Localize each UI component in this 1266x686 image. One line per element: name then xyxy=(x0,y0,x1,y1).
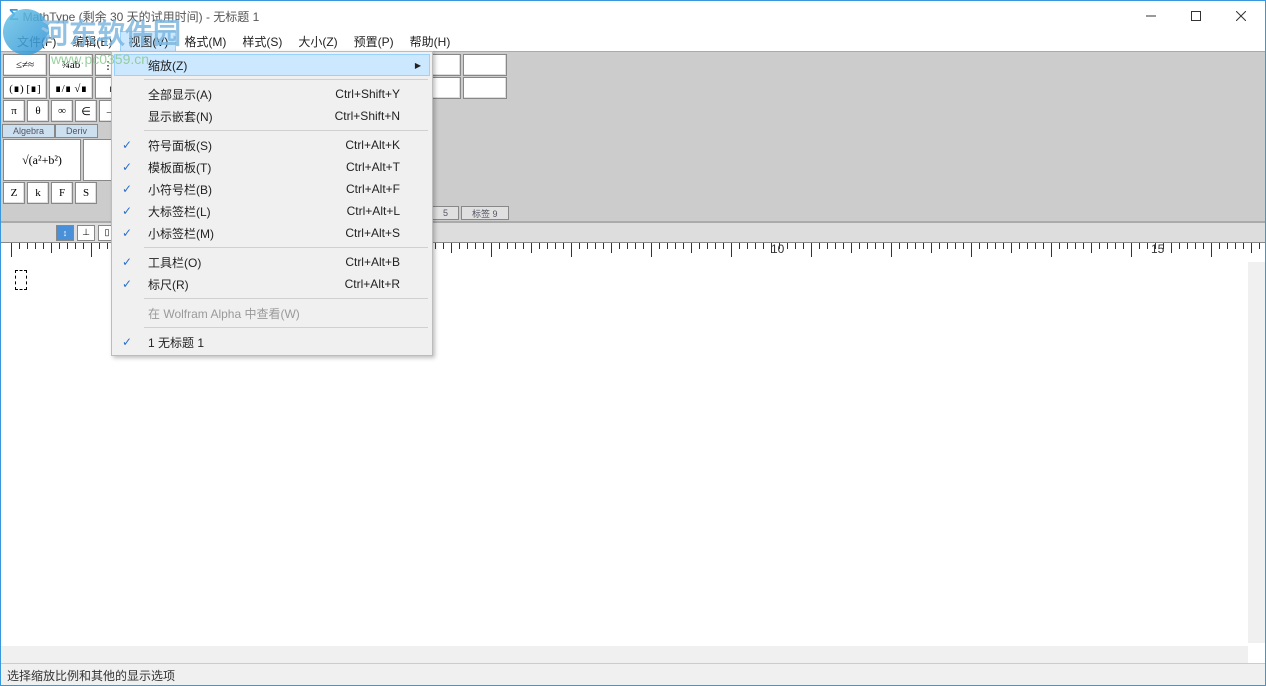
menu-2[interactable]: 视图(V) xyxy=(120,31,176,52)
tr2-btn-0[interactable]: (∎) [∎] xyxy=(3,77,47,99)
tr3-btn-3[interactable]: ∈ xyxy=(75,100,97,122)
horizontal-scrollbar[interactable] xyxy=(1,646,1248,663)
tr1-btn-0[interactable]: ≤≠≈ xyxy=(3,54,47,76)
minimize-button[interactable] xyxy=(1128,2,1173,30)
menu-5[interactable]: 大小(Z) xyxy=(290,31,345,52)
app-icon: Σ xyxy=(9,7,19,25)
menuitem-5-0[interactable]: ✓1 无标题 1 xyxy=(114,331,430,353)
small-tab-1[interactable]: 标签 9 xyxy=(461,206,509,220)
menuitem-2-3[interactable]: ✓大标签栏(L)Ctrl+Alt+L xyxy=(114,200,430,222)
maximize-button[interactable] xyxy=(1173,2,1218,30)
window-title: MathType (剩余 30 天的试用时间) - 无标题 1 xyxy=(23,8,260,25)
status-bar: 选择缩放比例和其他的显示选项 xyxy=(1,663,1265,685)
tr4-btn-1[interactable]: k xyxy=(27,182,49,204)
close-button[interactable] xyxy=(1218,2,1263,30)
menuitem-2-1[interactable]: ✓模板面板(T)Ctrl+Alt+T xyxy=(114,156,430,178)
view-menu-dropdown: 缩放(Z)▶ 全部显示(A)Ctrl+Shift+Y显示嵌套(N)Ctrl+Shi… xyxy=(111,51,433,356)
menu-6[interactable]: 预置(P) xyxy=(346,31,402,52)
menuitem-1-1[interactable]: 显示嵌套(N)Ctrl+Shift+N xyxy=(114,105,430,127)
tr2-blank-1[interactable] xyxy=(463,77,507,99)
menu-3[interactable]: 格式(M) xyxy=(176,31,234,52)
menu-4[interactable]: 样式(S) xyxy=(234,31,290,52)
menuitem-2-4[interactable]: ✓小标签栏(M)Ctrl+Alt+S xyxy=(114,222,430,244)
ruler-label-15: 15 xyxy=(1151,242,1164,256)
tr4-btn-0[interactable]: Z xyxy=(3,182,25,204)
insertion-cursor xyxy=(15,270,27,290)
tr1-blank-1[interactable] xyxy=(463,54,507,76)
menuitem-2-2[interactable]: ✓小符号栏(B)Ctrl+Alt+F xyxy=(114,178,430,200)
tr1-btn-1[interactable]: ¾ab xyxy=(49,54,93,76)
vertical-scrollbar[interactable] xyxy=(1248,262,1265,643)
tr3-btn-0[interactable]: π xyxy=(3,100,25,122)
menuitem-2-0[interactable]: ✓符号面板(S)Ctrl+Alt+K xyxy=(114,134,430,156)
ruler-label-10: 10 xyxy=(771,242,784,256)
tr4-btn-3[interactable]: S xyxy=(75,182,97,204)
menuitem-0-0[interactable]: 缩放(Z)▶ xyxy=(114,54,430,76)
smallbar-btn-0[interactable]: ↕ xyxy=(56,225,74,241)
tr4-btn-2[interactable]: F xyxy=(51,182,73,204)
menu-7[interactable]: 帮助(H) xyxy=(402,31,459,52)
menu-0[interactable]: 文件(F) xyxy=(9,31,64,52)
smallbar-btn-1[interactable]: ⊥ xyxy=(77,225,95,241)
bigrow-btn-0[interactable]: √(a²+b²) xyxy=(3,139,81,181)
big-tab-1[interactable]: Deriv xyxy=(55,124,98,138)
menubar: 文件(F)编辑(E)视图(V)格式(M)样式(S)大小(Z)预置(P)帮助(H) xyxy=(1,31,1265,51)
small-tab-0[interactable]: 5 xyxy=(432,206,459,220)
menuitem-1-0[interactable]: 全部显示(A)Ctrl+Shift+Y xyxy=(114,83,430,105)
tr3-btn-1[interactable]: θ xyxy=(27,100,49,122)
big-tab-0[interactable]: Algebra xyxy=(2,124,55,138)
menuitem-4-0: 在 Wolfram Alpha 中查看(W) xyxy=(114,302,430,324)
tr2-btn-1[interactable]: ∎/∎ √∎ xyxy=(49,77,93,99)
menu-1[interactable]: 编辑(E) xyxy=(64,31,120,52)
menuitem-3-0[interactable]: ✓工具栏(O)Ctrl+Alt+B xyxy=(114,251,430,273)
tr3-btn-2[interactable]: ∞ xyxy=(51,100,73,122)
menuitem-3-1[interactable]: ✓标尺(R)Ctrl+Alt+R xyxy=(114,273,430,295)
